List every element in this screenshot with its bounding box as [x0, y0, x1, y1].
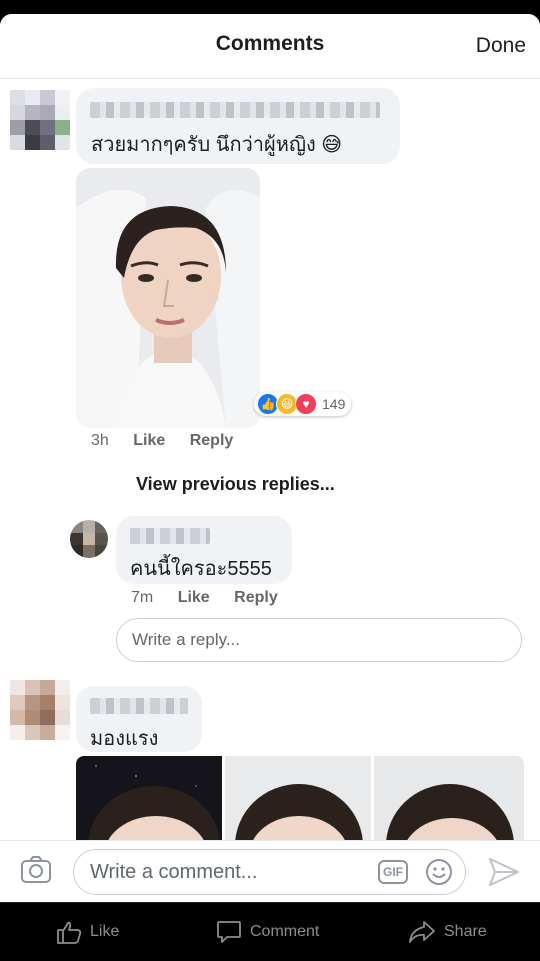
portrait-image — [225, 756, 371, 840]
bottom-action-bar: Like Comment Share — [0, 902, 540, 961]
reply-input-placeholder: Write a reply... — [132, 630, 241, 649]
comment-photo-3[interactable] — [374, 756, 524, 840]
comment-tab-button[interactable]: Comment — [216, 903, 319, 961]
comment-bubble[interactable]: สวยมากๆครับ นึกว่าผู้หญิง 😅 — [76, 88, 400, 164]
reply-text: คนนี้ใครอะ5555 — [130, 558, 272, 580]
portrait-image — [76, 168, 260, 428]
reaction-count: 149 — [322, 396, 346, 412]
comment-tab-label: Comment — [250, 923, 320, 940]
love-reaction-icon: ♥ — [295, 393, 317, 415]
commenter-avatar[interactable] — [10, 90, 70, 150]
comment-reply-button[interactable]: Reply — [190, 432, 234, 449]
comment-photo-1[interactable] — [76, 756, 222, 840]
gif-button[interactable]: GIF — [378, 860, 408, 884]
reply-bubble[interactable]: คนนี้ใครอะ5555 — [116, 516, 292, 584]
comment-composer: Write a comment... GIF — [0, 840, 540, 902]
camera-icon[interactable] — [20, 855, 52, 885]
share-tab-label: Share — [444, 923, 487, 940]
portrait-image — [76, 756, 222, 840]
done-button[interactable]: Done — [476, 34, 526, 58]
comments-sheet: Comments Done สวยมากๆครับ นึกว่าผู้หญิง … — [0, 14, 540, 902]
reply-time: 7m — [131, 589, 154, 606]
reply-reply-button[interactable]: Reply — [234, 589, 278, 606]
thumbs-up-icon — [57, 921, 82, 944]
commenter-name-blurred[interactable] — [90, 698, 188, 714]
commenter-avatar[interactable] — [10, 680, 70, 740]
reply-like-button[interactable]: Like — [178, 589, 210, 606]
reply-actions: 7m Like Reply — [131, 589, 278, 607]
reply-input[interactable]: Write a reply... — [116, 618, 522, 662]
comment-time: 3h — [91, 432, 109, 449]
commenter-name-blurred[interactable] — [90, 102, 380, 118]
page-title: Comments — [215, 32, 325, 55]
emoji-icon[interactable] — [425, 858, 453, 886]
reaction-summary[interactable]: 👍 😆 ♥ 149 — [254, 392, 352, 416]
share-tab-button[interactable]: Share — [408, 903, 487, 961]
like-tab-label: Like — [90, 923, 120, 940]
comment-photo[interactable] — [76, 168, 260, 428]
comment-text: สวยมากๆครับ นึกว่าผู้หญิง 😅 — [91, 134, 343, 156]
send-icon[interactable] — [488, 857, 520, 887]
replier-name-blurred[interactable] — [130, 528, 210, 544]
comment-text: มองแรง — [90, 728, 159, 750]
comment-input[interactable]: Write a comment... GIF — [73, 849, 466, 895]
view-previous-replies-link[interactable]: View previous replies... — [136, 474, 335, 495]
like-tab-button[interactable]: Like — [56, 903, 119, 961]
share-icon — [409, 921, 435, 943]
comment-bubble[interactable]: มองแรง — [76, 686, 202, 752]
comment-photo-2[interactable] — [225, 756, 371, 840]
portrait-image — [374, 756, 524, 840]
replier-avatar[interactable] — [70, 520, 108, 558]
comment-like-button[interactable]: Like — [133, 432, 165, 449]
comment-icon — [217, 921, 241, 943]
comments-header: Comments Done — [0, 14, 540, 79]
comment-input-placeholder: Write a comment... — [90, 861, 258, 883]
comment-actions: 3h Like Reply — [91, 432, 233, 450]
